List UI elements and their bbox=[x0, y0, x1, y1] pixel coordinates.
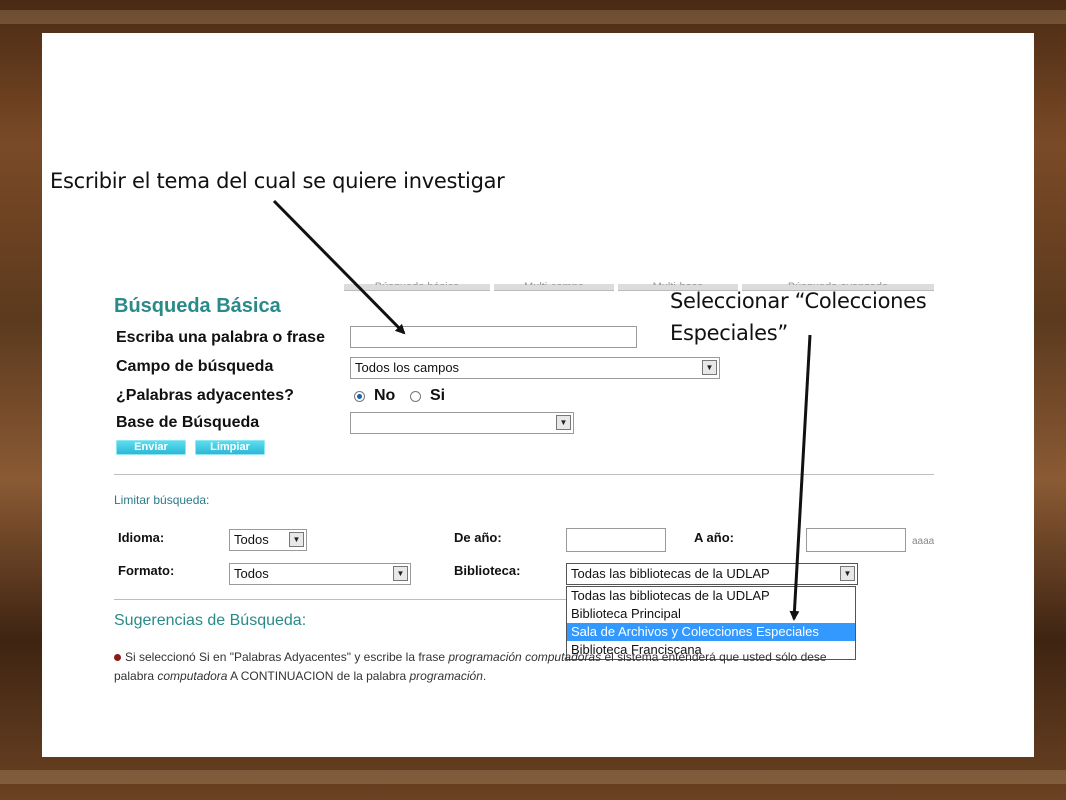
chevron-down-icon: ▼ bbox=[393, 566, 408, 581]
chevron-down-icon: ▼ bbox=[840, 566, 855, 581]
basic-search-title: Búsqueda Básica bbox=[114, 295, 281, 317]
chevron-down-icon: ▼ bbox=[289, 532, 304, 547]
library-option-special-collections[interactable]: Sala de Archivos y Colecciones Especiale… bbox=[567, 623, 855, 641]
adjacent-no-radio[interactable] bbox=[354, 391, 365, 402]
language-select[interactable]: Todos ▼ bbox=[229, 529, 307, 551]
field-select-value: Todos los campos bbox=[355, 360, 460, 375]
search-tabs: Búsqueda básica Multi-campo Multi-base B… bbox=[114, 281, 934, 292]
adjacent-si-label: Si bbox=[430, 387, 446, 404]
tab-basic[interactable]: Búsqueda básica bbox=[344, 281, 490, 291]
from-year-input[interactable] bbox=[566, 528, 666, 552]
base-select[interactable]: ▼ bbox=[350, 412, 574, 434]
library-select[interactable]: Todas las bibliotecas de la UDLAP ▼ bbox=[566, 563, 858, 585]
clear-button[interactable]: Limpiar bbox=[195, 440, 265, 455]
divider bbox=[114, 599, 566, 600]
library-label: Biblioteca: bbox=[454, 563, 521, 578]
to-year-label: A año: bbox=[694, 530, 734, 545]
phrase-label: Escriba una palabra o frase bbox=[116, 329, 325, 346]
annotation-select-note-line2: Especiales” bbox=[670, 321, 788, 345]
slide: Escribir el tema del cual se quiere inve… bbox=[42, 33, 1034, 757]
field-label: Campo de búsqueda bbox=[116, 358, 274, 375]
annotation-topic-note: Escribir el tema del cual se quiere inve… bbox=[50, 169, 505, 193]
limit-title: Limitar búsqueda: bbox=[114, 493, 210, 507]
language-label: Idioma: bbox=[118, 530, 165, 545]
chevron-down-icon: ▼ bbox=[702, 360, 717, 375]
arrow-to-phrase-input bbox=[272, 199, 406, 335]
tab-multi-field[interactable]: Multi-campo bbox=[494, 281, 614, 291]
tab-advanced[interactable]: Búsqueda avanzada bbox=[742, 281, 934, 291]
bullet-icon bbox=[114, 654, 121, 662]
library-option-principal[interactable]: Biblioteca Principal bbox=[567, 605, 855, 623]
format-label: Formato: bbox=[118, 563, 175, 578]
adjacent-no-label: No bbox=[374, 387, 396, 404]
annotation-select-note: Seleccionar “Colecciones Especiales” bbox=[670, 285, 940, 349]
language-select-value: Todos bbox=[234, 532, 269, 547]
adjacent-si-radio[interactable] bbox=[410, 391, 421, 402]
library-option-all[interactable]: Todas las bibliotecas de la UDLAP bbox=[567, 587, 855, 605]
tab-multi-base[interactable]: Multi-base bbox=[618, 281, 738, 291]
suggestions-title: Sugerencias de Búsqueda: bbox=[114, 612, 307, 629]
suggestions-text: Si seleccionó Si en "Palabras Adyacentes… bbox=[114, 650, 827, 683]
format-select[interactable]: Todos ▼ bbox=[229, 563, 411, 585]
from-year-label: De año: bbox=[454, 530, 502, 545]
adjacent-label: ¿Palabras adyacentes? bbox=[116, 387, 294, 404]
field-select[interactable]: Todos los campos ▼ bbox=[350, 357, 720, 379]
chevron-down-icon: ▼ bbox=[556, 415, 571, 430]
phrase-input[interactable] bbox=[350, 326, 637, 348]
year-format-hint: aaaa bbox=[912, 536, 934, 547]
to-year-input[interactable] bbox=[806, 528, 906, 552]
divider bbox=[114, 474, 934, 475]
base-label: Base de Búsqueda bbox=[116, 414, 260, 431]
library-select-value: Todas las bibliotecas de la UDLAP bbox=[571, 566, 770, 581]
format-select-value: Todos bbox=[234, 566, 269, 581]
send-button[interactable]: Enviar bbox=[116, 440, 186, 455]
